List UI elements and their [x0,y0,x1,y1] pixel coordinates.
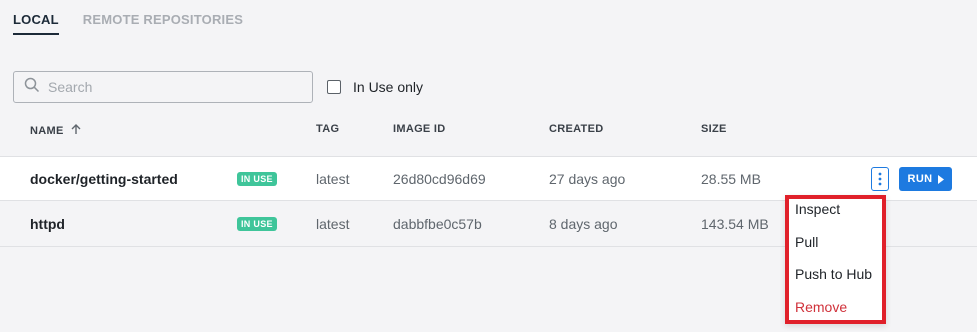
column-tag-header[interactable]: TAG [316,123,339,135]
menu-item-pull[interactable]: Pull [795,234,818,250]
column-name-label: NAME [30,124,64,137]
image-name: httpd [30,216,65,232]
sort-ascending-icon [70,123,82,138]
column-size-header[interactable]: SIZE [701,123,727,135]
in-use-badge: IN USE [237,217,277,231]
image-id: dabbfbe0c57b [393,216,482,232]
column-name-header[interactable]: NAME [30,123,82,138]
more-options-button[interactable] [871,167,889,191]
in-use-badge: IN USE [237,172,277,186]
column-image-id-header[interactable]: IMAGE ID [393,123,446,135]
in-use-filter[interactable]: In Use only [327,79,423,95]
image-id: 26d80cd96d69 [393,171,486,187]
image-tag: latest [316,171,350,187]
play-icon [937,174,944,184]
kebab-icon [878,172,882,186]
image-created: 8 days ago [549,216,618,232]
tab-bar: LOCAL REMOTE REPOSITORIES [13,12,243,35]
run-button[interactable]: RUN [899,167,952,191]
image-size: 143.54 MB [701,216,769,232]
in-use-label: In Use only [353,79,424,95]
image-tag: latest [316,216,350,232]
menu-item-push-to-hub[interactable]: Push to Hub [795,266,872,282]
tab-remote-repositories[interactable]: REMOTE REPOSITORIES [83,12,243,35]
image-created: 27 days ago [549,171,626,187]
search-box[interactable] [13,71,313,103]
image-name: docker/getting-started [30,171,178,187]
context-menu: Inspect Pull Push to Hub Remove [785,195,886,324]
search-icon [24,77,40,98]
run-label: RUN [907,173,933,185]
menu-item-inspect[interactable]: Inspect [795,201,840,217]
search-input[interactable] [48,79,288,95]
in-use-checkbox[interactable] [327,80,341,94]
table-header: NAME TAG IMAGE ID CREATED SIZE [0,121,977,139]
column-created-header[interactable]: CREATED [549,123,603,135]
menu-item-remove[interactable]: Remove [795,299,847,315]
tab-local[interactable]: LOCAL [13,12,59,35]
image-size: 28.55 MB [701,171,761,187]
